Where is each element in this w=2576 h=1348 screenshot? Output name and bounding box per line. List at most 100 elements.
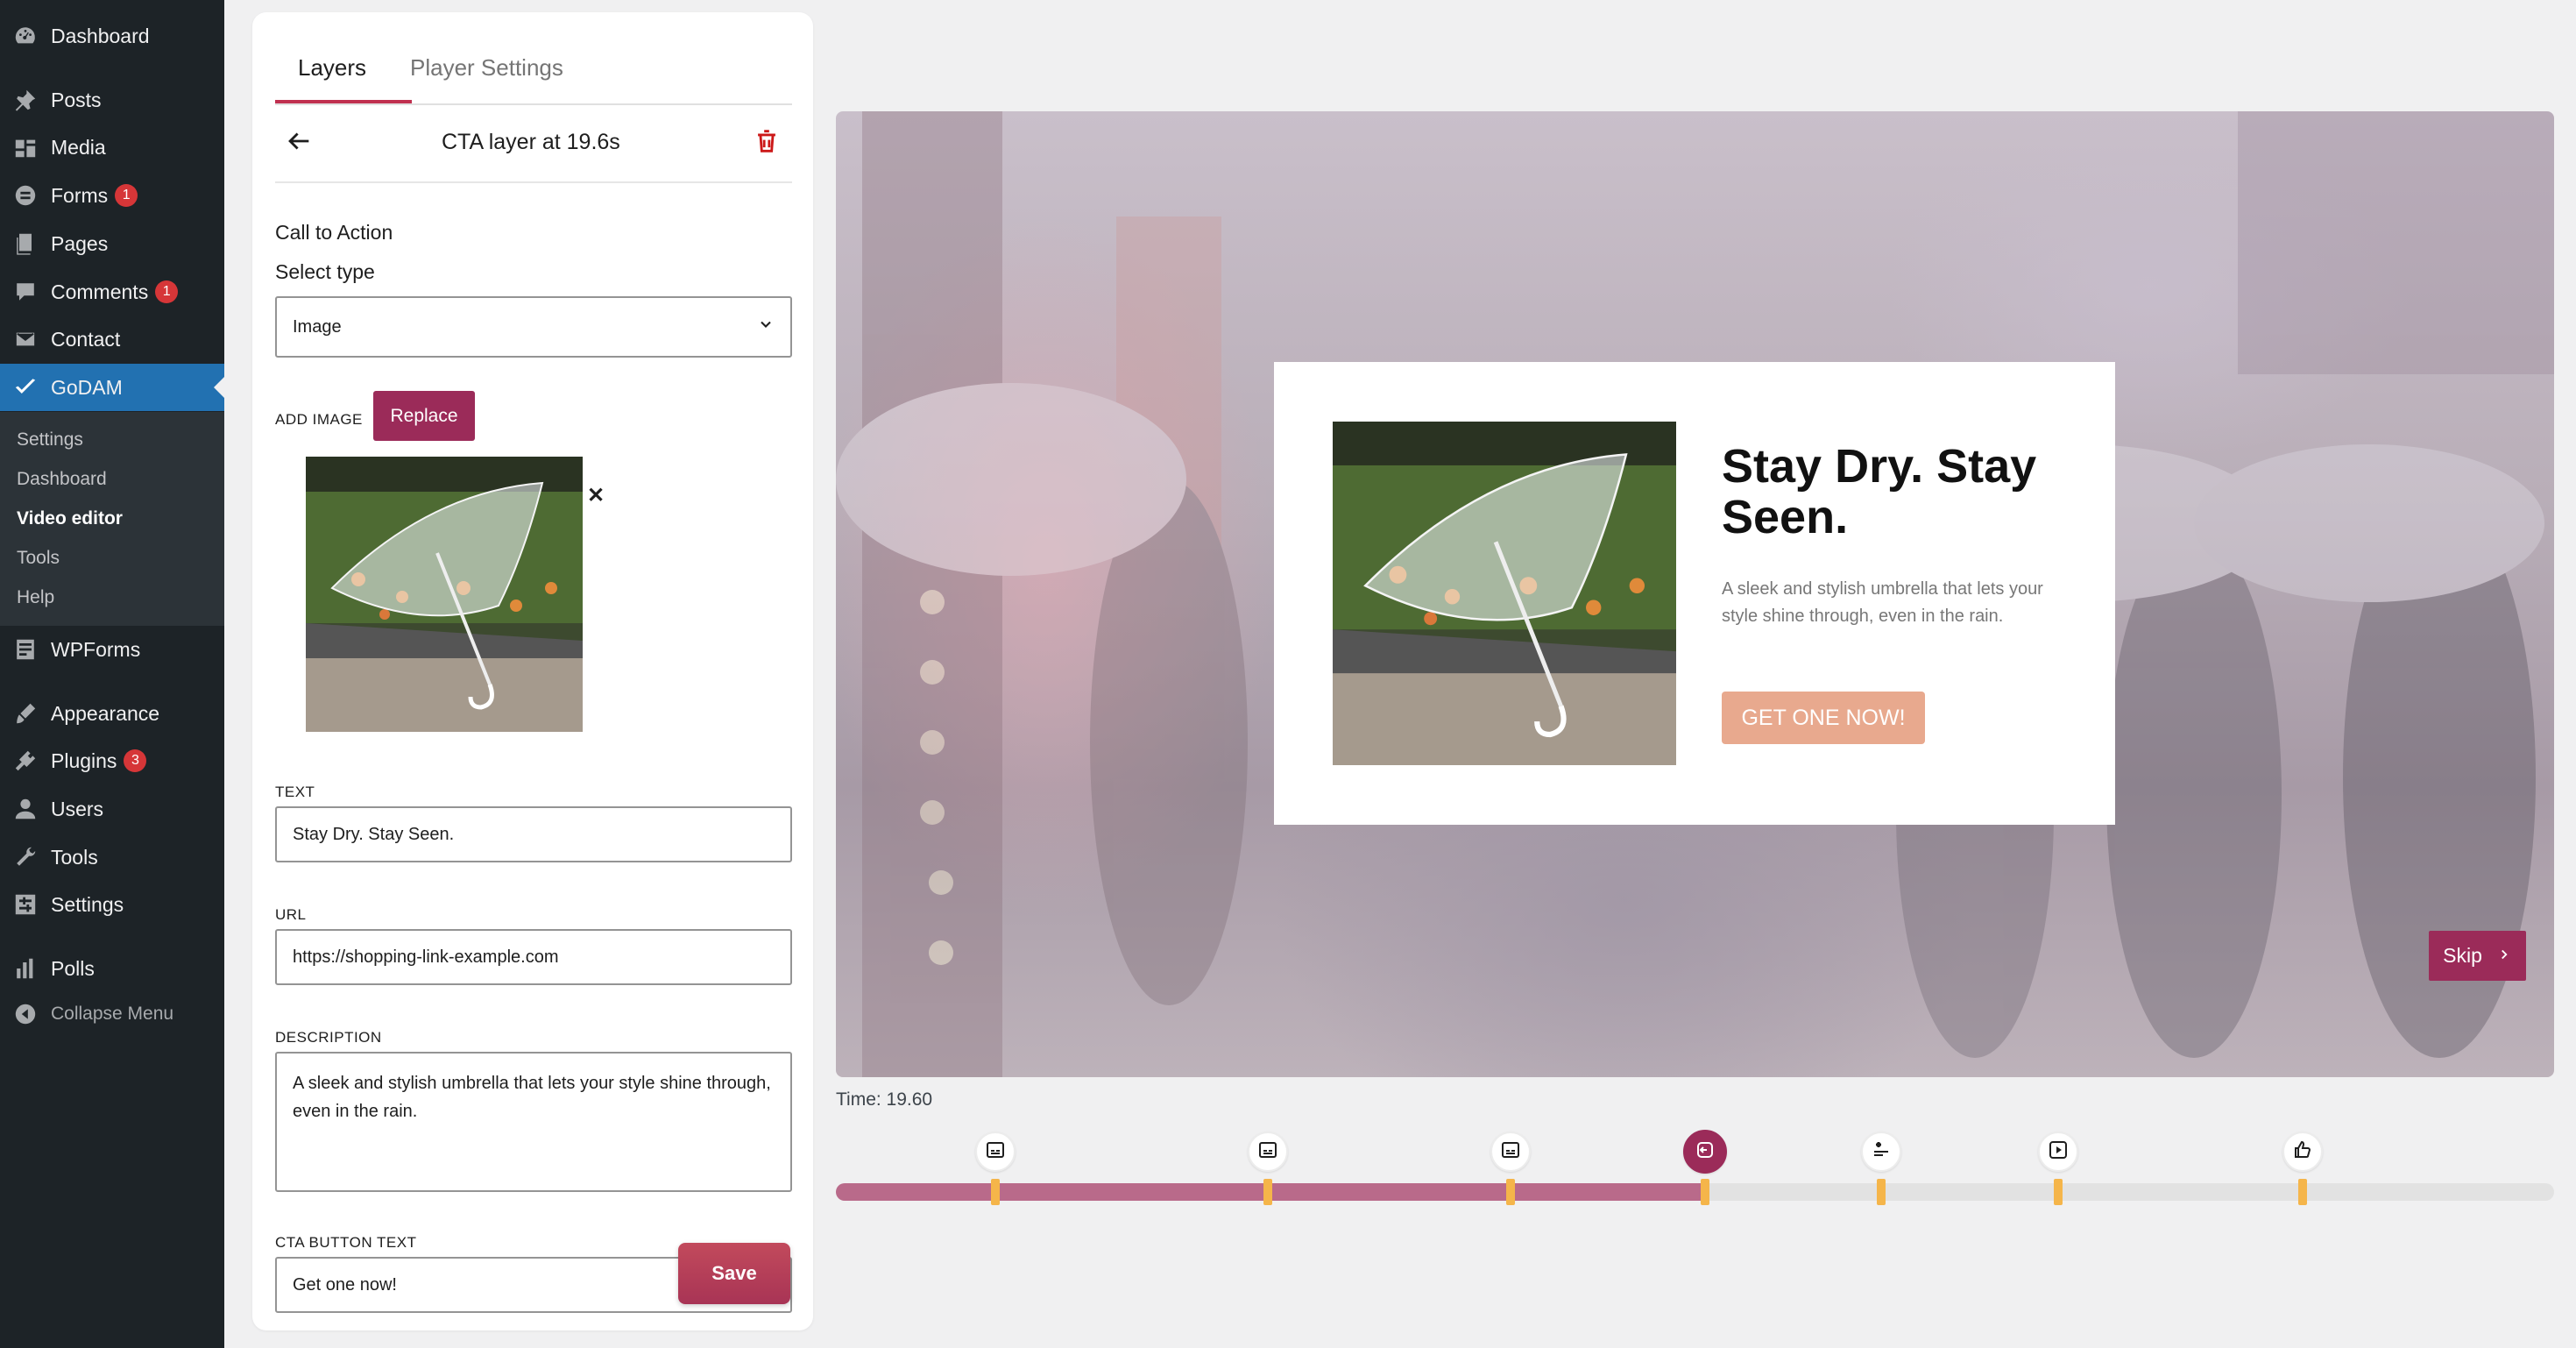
wpforms-icon	[12, 636, 39, 663]
notification-badge: 3	[124, 749, 147, 772]
menu-item-settings[interactable]: Settings	[0, 881, 224, 928]
layer-editor-panel: Layers Player Settings CTA layer at 19.6…	[252, 12, 813, 1330]
submenu-item-help[interactable]: Help	[17, 587, 54, 608]
select-type-dropdown[interactable]: Image	[275, 296, 792, 358]
tabs-divider	[275, 103, 792, 105]
cta-get-one-button[interactable]: GET ONE NOW!	[1722, 692, 1925, 744]
polls-icon	[12, 955, 39, 982]
umbrella-image	[1333, 422, 1676, 765]
skip-button[interactable]: Skip	[2429, 931, 2526, 981]
tools-icon	[12, 844, 39, 870]
layer-marker-line	[2298, 1179, 2307, 1205]
notification-badge: 1	[115, 184, 138, 207]
time-readout: Time: 19.60	[836, 1089, 933, 1110]
layer-title: CTA layer at 19.6s	[442, 130, 620, 154]
timeline-marker-video[interactable]	[2038, 1132, 2078, 1172]
collapse-icon	[12, 1001, 39, 1027]
timeline-marker-poll[interactable]	[2282, 1132, 2323, 1172]
menu-label: Contact	[51, 327, 121, 351]
menu-item-users[interactable]: Users	[0, 785, 224, 833]
description-label: DESCRIPTION	[275, 1029, 382, 1046]
menu-item-pages[interactable]: Pages	[0, 220, 224, 267]
users-icon	[12, 796, 39, 822]
menu-label: Forms	[51, 183, 109, 207]
thumbs-up-icon	[2292, 1139, 2313, 1165]
menu-item-forms[interactable]: Forms 1	[0, 172, 224, 219]
timeline-marker-subtitle[interactable]	[1490, 1132, 1531, 1172]
menu-item-contact[interactable]: Contact	[0, 316, 224, 363]
back-arrow-icon[interactable]	[284, 126, 314, 156]
timeline-track[interactable]	[836, 1183, 2554, 1201]
subtitle-icon	[1257, 1139, 1278, 1165]
form-icon	[1871, 1139, 1892, 1165]
selected-image-thumbnail	[306, 457, 583, 732]
remove-image-icon[interactable]: ✕	[587, 486, 605, 507]
menu-item-polls[interactable]: Polls	[0, 945, 224, 992]
text-field[interactable]	[275, 806, 792, 862]
skip-label: Skip	[2443, 944, 2482, 967]
url-field[interactable]	[275, 929, 792, 985]
notification-badge: 1	[155, 280, 179, 303]
cta-button-text-label: CTA BUTTON TEXT	[275, 1234, 417, 1251]
submenu-item-video-editor[interactable]: Video editor	[17, 508, 123, 529]
menu-item-comments[interactable]: Comments 1	[0, 268, 224, 316]
pin-icon	[12, 87, 39, 113]
timeline-marker-cta[interactable]	[1683, 1130, 1727, 1174]
url-label: URL	[275, 906, 307, 923]
chevron-down-icon	[757, 316, 775, 338]
comments-icon	[12, 279, 39, 305]
submenu-item-dashboard[interactable]: Dashboard	[17, 469, 107, 490]
submenu-item-tools[interactable]: Tools	[17, 548, 60, 569]
menu-label: Pages	[51, 231, 109, 255]
cta-image	[1333, 422, 1676, 765]
menu-item-posts[interactable]: Posts	[0, 76, 224, 124]
pages-icon	[12, 231, 39, 257]
menu-item-godam[interactable]: GoDAM	[0, 364, 224, 411]
select-type-label: Select type	[275, 260, 375, 283]
menu-item-appearance[interactable]: Appearance	[0, 690, 224, 737]
menu-item-dashboard[interactable]: Dashboard	[0, 12, 224, 60]
timeline-marker-subtitle[interactable]	[975, 1132, 1016, 1172]
menu-item-tools[interactable]: Tools	[0, 834, 224, 881]
godam-icon	[12, 374, 39, 401]
timeline-marker-subtitle[interactable]	[1248, 1132, 1288, 1172]
text-label: TEXT	[275, 784, 315, 800]
trash-icon[interactable]	[752, 126, 782, 156]
cta-overlay-card[interactable]: Stay Dry. Stay Seen. A sleek and stylish…	[1274, 362, 2115, 825]
menu-item-wpforms[interactable]: WPForms	[0, 626, 224, 673]
menu-label: Polls	[51, 956, 95, 980]
tab-layers[interactable]: Layers	[298, 54, 366, 82]
menu-label: GoDAM	[51, 375, 123, 399]
collapse-menu-button[interactable]: Collapse Menu	[0, 990, 224, 1038]
menu-item-plugins[interactable]: Plugins 3	[0, 737, 224, 784]
admin-sidebar: Dashboard Posts Media Forms 1 Pages Comm…	[0, 0, 224, 1348]
subtitle-icon	[985, 1139, 1006, 1165]
tab-player-settings[interactable]: Player Settings	[410, 54, 563, 82]
menu-label: Media	[51, 135, 106, 159]
cta-heading: Stay Dry. Stay Seen.	[1722, 440, 2037, 543]
layer-marker-line	[1263, 1179, 1272, 1205]
settings-icon	[12, 891, 39, 918]
layer-marker-line	[1877, 1179, 1886, 1205]
menu-label: Tools	[51, 845, 98, 869]
menu-label: Collapse Menu	[51, 1004, 174, 1024]
replace-image-button[interactable]: Replace	[373, 391, 475, 441]
menu-label: Comments	[51, 280, 149, 303]
menu-label: Users	[51, 797, 104, 820]
timeline-marker-form[interactable]	[1861, 1132, 1901, 1172]
chevron-right-icon	[2496, 944, 2512, 968]
layer-marker-line	[991, 1179, 1000, 1205]
add-image-label: ADD IMAGE	[275, 411, 363, 428]
forms-icon	[12, 182, 39, 209]
save-button[interactable]: Save	[678, 1243, 790, 1304]
menu-label: Appearance	[51, 701, 160, 725]
layer-marker-line	[1701, 1179, 1709, 1205]
appearance-icon	[12, 700, 39, 727]
submenu-item-settings[interactable]: Settings	[17, 429, 83, 451]
description-field[interactable]: A sleek and stylish umbrella that lets y…	[275, 1052, 792, 1192]
cta-description: A sleek and stylish umbrella that lets y…	[1722, 579, 2043, 626]
header-divider	[275, 181, 792, 183]
video-icon	[2048, 1139, 2069, 1165]
menu-item-media[interactable]: Media	[0, 124, 224, 171]
menu-label: WPForms	[51, 637, 141, 661]
